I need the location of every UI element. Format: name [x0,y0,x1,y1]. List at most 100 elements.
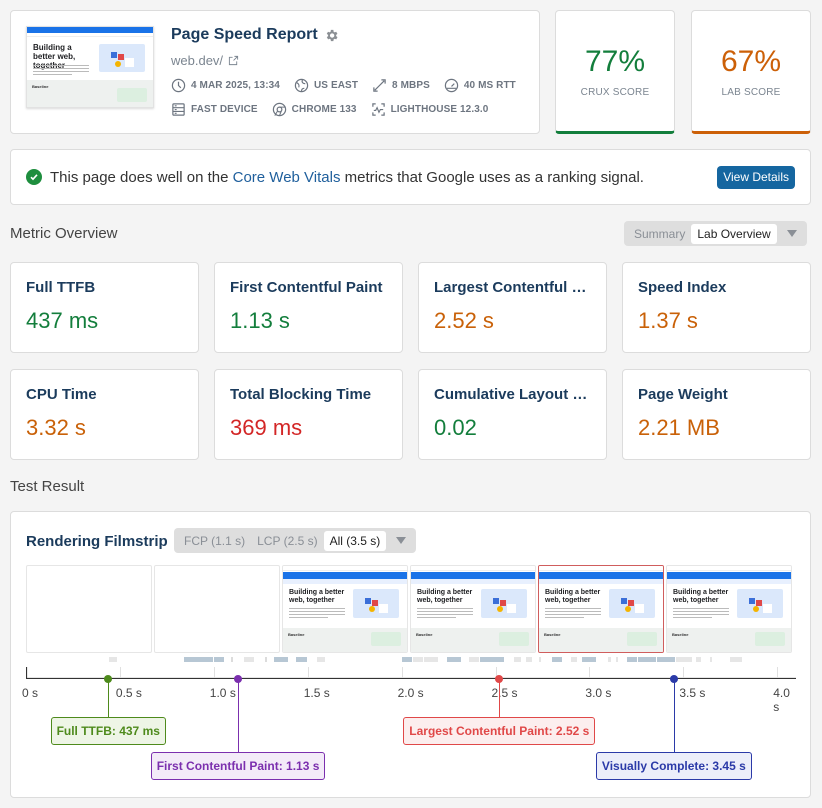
metric-label: Total Blocking Time [230,386,372,403]
metric-value: 437 ms [26,308,99,333]
request-bar [608,657,611,662]
metric-value: 1.13 s [230,308,290,333]
banner-message: This page does well on the Core Web Vita… [50,168,644,186]
metric-value: 2.52 s [434,308,494,333]
report-url[interactable]: web.dev/ [171,53,223,68]
metric-card[interactable]: Total Blocking Time 369 ms [214,369,403,460]
metric-value: 2.21 MB [638,415,720,440]
external-link-icon[interactable] [228,55,239,66]
request-bar [696,657,702,662]
filmstrip-timeline: 0 s 0.5 s 1.0 s 1.5 s 2.0 s 2.5 s 3.0 s 3.5 s 4.… [22,667,796,787]
filmstrip-frame[interactable] [26,565,152,653]
check-circle-icon [26,169,42,185]
filmstrip-frames: Building a better web, together Baseline B… [26,565,792,653]
request-activity-bars [26,657,796,662]
filmstrip-frame[interactable]: Building a better web, together Baseline [410,565,536,653]
request-bar [213,657,225,662]
metric-label: Page Weight [638,386,728,403]
request-bar [469,657,480,662]
filmstrip-frame[interactable]: Building a better web, together Baseline [282,565,408,653]
metric-card[interactable]: Largest Contentful Paint 2.52 s [418,262,607,353]
filmstrip-range-toggle: FCP (1.1 s) LCP (2.5 s) All (3.5 s) [174,528,417,553]
request-bar [514,657,521,662]
metric-label: Full TTFB [26,279,96,296]
axis-tick-label: 2.0 s [397,686,424,700]
metric-card[interactable]: CPU Time 3.32 s [10,369,199,460]
metric-card[interactable]: First Contentful Paint 1.13 s [214,262,403,353]
filmstrip-frame-lcp[interactable]: Building a better web, together Baseline [538,565,664,653]
meta-rtt: 40 MS RTT [444,78,516,93]
toggle-fcp[interactable]: FCP (1.1 s) [178,531,251,551]
crux-score-card[interactable]: 77% CRUX SCORE [555,10,675,134]
request-bar [108,657,117,662]
rendering-filmstrip-card: Rendering Filmstrip FCP (1.1 s) LCP (2.5… [10,511,811,798]
timeline-axis [26,667,796,679]
axis-tick-label: 4.0 s [773,686,790,714]
metric-card[interactable]: Full TTFB 437 ms [10,262,199,353]
meta-device: FAST DEVICE [171,102,258,117]
dropdown-caret-icon[interactable] [786,230,797,237]
request-bar [317,657,326,662]
axis-tick-label: 3.0 s [585,686,612,700]
axis-tick-label: 0.5 s [115,686,142,700]
report-url-row: web.dev/ [171,53,239,68]
view-details-button[interactable]: View Details [717,166,795,189]
frame-heading: Building a better web, together [673,589,729,604]
metric-label: Speed Index [638,279,727,296]
metric-value: 0.02 [434,415,477,440]
request-bar [551,657,563,662]
timeline-marker-line [238,679,240,752]
request-bar [446,657,461,662]
page-screenshot-thumbnail[interactable]: Building a better web, together Baseline [26,26,154,108]
request-bar [730,657,743,662]
request-bar [581,657,596,662]
metric-label: Cumulative Layout Shift [434,386,591,403]
gauge-icon [444,78,459,93]
request-bar [615,657,619,662]
test-settings-row-1: 4 MAR 2025, 13:34 US EAST 8 MBPS 40 MS R… [171,78,516,93]
toggle-all[interactable]: All (3.5 s) [323,530,387,551]
request-bar [273,657,288,662]
metric-label: CPU Time [26,386,97,403]
timeline-marker-label: Largest Contentful Paint: 2.52 s [403,717,596,745]
metric-value: 1.37 s [638,308,698,333]
clock-icon [171,78,186,93]
toggle-summary[interactable]: Summary [628,224,691,244]
frame-heading: Building a better web, together [417,589,473,604]
meta-location: US EAST [294,78,358,93]
request-bar [525,657,533,662]
timeline-marker-label: Full TTFB: 437 ms [50,717,166,745]
metric-card[interactable]: Speed Index 1.37 s [622,262,811,353]
frame-heading: Building a better web, together [545,589,601,604]
request-bar [243,657,255,662]
meta-lighthouse: LIGHTHOUSE 12.3.0 [371,102,489,117]
lab-score-label: LAB SCORE [721,87,781,98]
core-web-vitals-banner: This page does well on the Core Web Vita… [10,149,811,205]
core-web-vitals-link[interactable]: Core Web Vitals [233,169,341,186]
axis-tick-label: 2.5 s [491,686,518,700]
lab-score-card[interactable]: 67% LAB SCORE [691,10,811,134]
toggle-lab-overview[interactable]: Lab Overview [691,223,777,244]
axis-tick-label: 1.0 s [209,686,236,700]
gear-icon[interactable] [324,28,339,43]
metric-label: First Contentful Paint [230,279,383,296]
request-bar [570,657,578,662]
toggle-lcp[interactable]: LCP (2.5 s) [251,531,323,551]
device-icon [172,103,185,116]
metric-overview-title: Metric Overview [10,225,118,242]
request-bar [480,657,504,662]
metric-card[interactable]: Cumulative Layout Shift 0.02 [418,369,607,460]
request-bar [264,657,268,662]
request-bar [401,657,412,662]
test-result-title: Test Result [10,478,85,495]
globe-icon [294,78,309,93]
axis-tick-label: 0 s [22,686,39,700]
filmstrip-title: Rendering Filmstrip [26,533,168,550]
metric-card[interactable]: Page Weight 2.21 MB [622,369,811,460]
filmstrip-frame[interactable]: Building a better web, together Baseline [666,565,792,653]
filmstrip-frame[interactable] [154,565,280,653]
report-title: Page Speed Report [171,26,318,43]
report-title-row: Page Speed Report [171,26,339,44]
dropdown-caret-icon[interactable] [396,537,407,544]
lab-score-value: 67% [720,45,782,78]
